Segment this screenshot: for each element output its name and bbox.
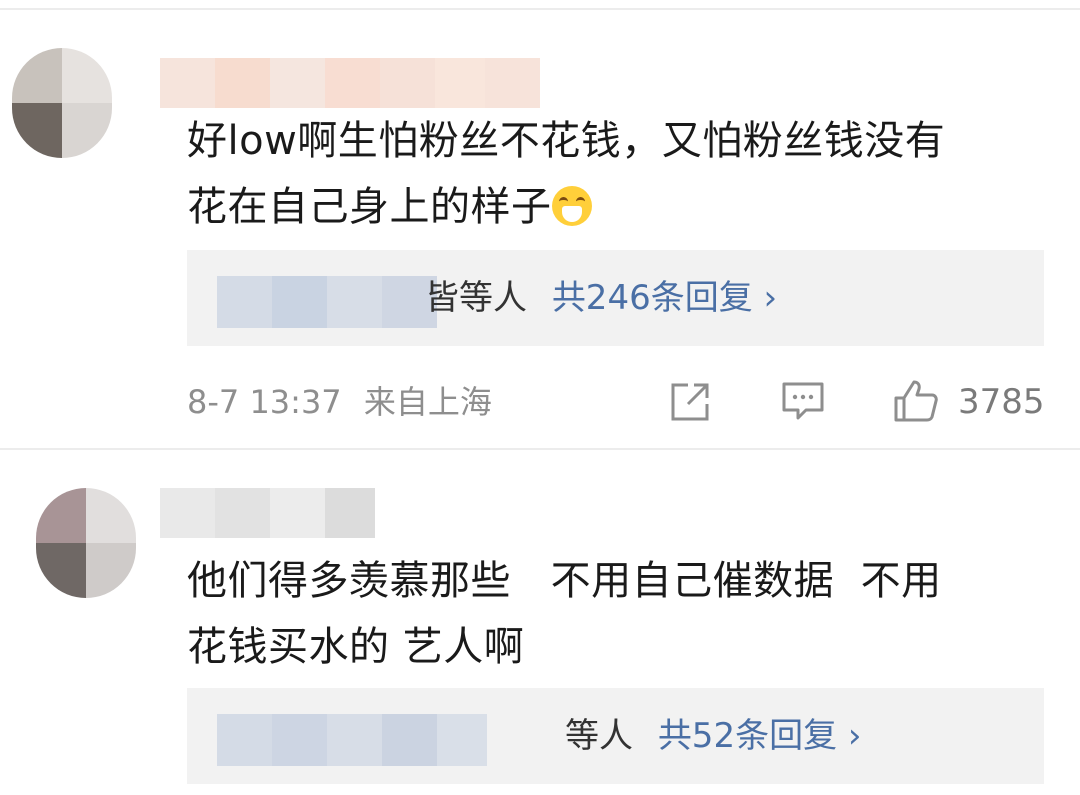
- comment-time: 8-7 13:37: [187, 383, 342, 421]
- share-icon[interactable]: [668, 380, 712, 424]
- reply-summary[interactable]: 皆等人 共246条回复 ›: [187, 250, 1044, 346]
- reply-summary[interactable]: 等人 共52条回复 ›: [187, 688, 1044, 784]
- comment-text: 好low啊生怕粉丝不花钱，又怕粉丝钱没有 花在自己身上的样子: [187, 108, 1047, 240]
- reply-users-suffix: 等人: [565, 716, 633, 756]
- comment-text: 他们得多羡慕那些 不用自己催数据 不用 花钱买水的 艺人啊: [187, 548, 1047, 680]
- reply-summary-text: 皆等人 共246条回复 ›: [425, 272, 777, 324]
- comment-text-line: 好low啊生怕粉丝不花钱，又怕粉丝钱没有: [187, 118, 946, 164]
- comment-text-line: 花钱买水的 艺人啊: [187, 624, 525, 670]
- reply-users-suffix: 皆等人: [425, 278, 527, 318]
- avatar[interactable]: [12, 48, 112, 158]
- comment-text-line: 他们得多羡慕那些 不用自己催数据 不用: [187, 558, 942, 604]
- comment-item: 好low啊生怕粉丝不花钱，又怕粉丝钱没有 花在自己身上的样子 皆等人 共246条…: [0, 0, 1080, 450]
- avatar[interactable]: [36, 488, 136, 598]
- reply-users-blurred: [217, 276, 437, 328]
- username-blurred[interactable]: [160, 488, 375, 538]
- thumbs-up-icon[interactable]: [892, 378, 940, 424]
- steam-from-nose-emoji-icon: [551, 186, 592, 226]
- comment-location: 来自上海: [363, 383, 492, 421]
- like-count: 3785: [958, 382, 1045, 422]
- reply-summary-text: 等人 共52条回复 ›: [565, 710, 861, 762]
- comment-meta: 8-7 13:37 来自上海: [187, 377, 492, 427]
- view-replies-link[interactable]: 共52条回复 ›: [658, 716, 862, 756]
- reply-users-blurred: [217, 714, 487, 766]
- comment-icon[interactable]: [780, 380, 826, 424]
- comment-item: 他们得多羡慕那些 不用自己催数据 不用 花钱买水的 艺人啊 等人 共52条回复 …: [0, 450, 1080, 795]
- comment-text-line-2: 花在自己身上的样子: [187, 184, 552, 230]
- comment-text-line: 花在自己身上的样子: [187, 174, 1047, 240]
- username-blurred[interactable]: [160, 58, 540, 108]
- view-replies-link[interactable]: 共246条回复 ›: [552, 278, 777, 318]
